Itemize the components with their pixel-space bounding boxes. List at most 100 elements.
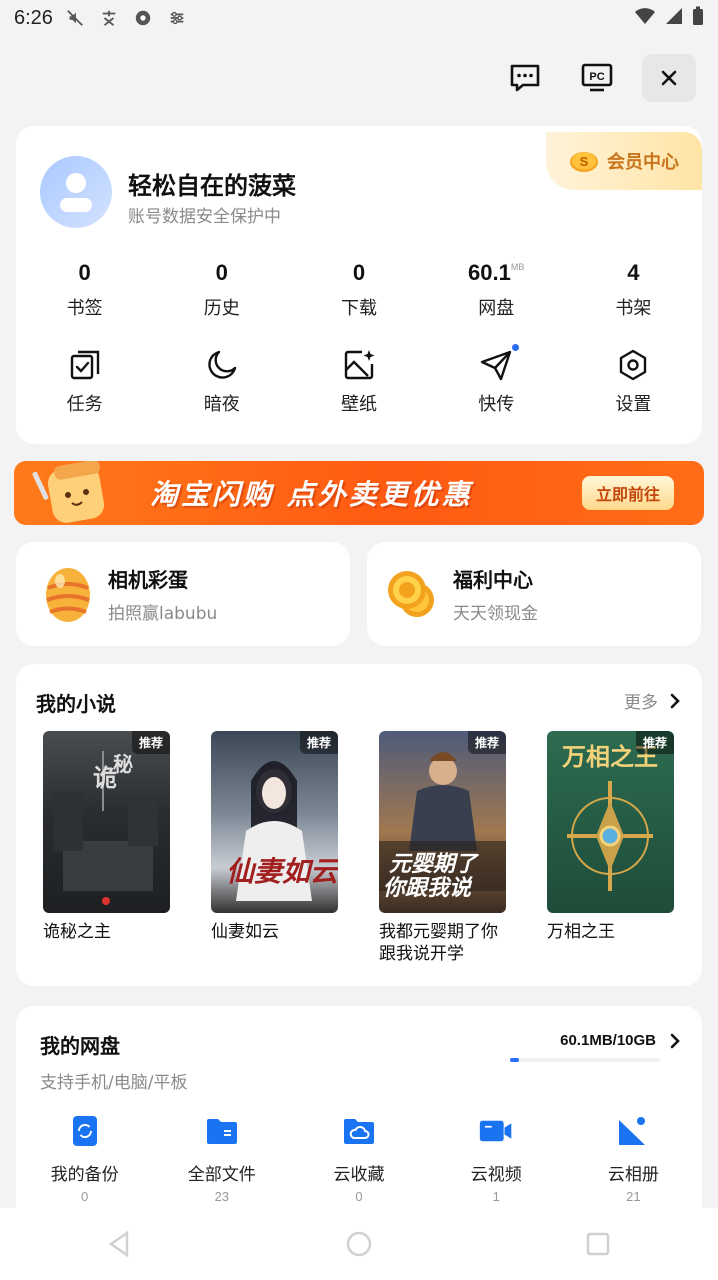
gold-coins-icon [388, 571, 434, 617]
my-cloud-disk-card: 我的网盘 支持手机/电脑/平板 60.1MB/10GB 我的备份 0 全部文件 … [16, 1006, 702, 1226]
shortcut-cloud-favorites[interactable]: 云收藏 0 [290, 1114, 427, 1204]
tool-tasks[interactable]: 任务 [16, 348, 153, 416]
backup-icon [72, 1116, 97, 1146]
close-button[interactable] [642, 54, 696, 102]
shortcut-count: 21 [626, 1189, 641, 1204]
tool-label: 壁纸 [341, 394, 377, 415]
book-item[interactable]: 仙妻如云 推荐 仙妻如云 [211, 731, 338, 965]
svg-text:仙妻如云: 仙妻如云 [226, 855, 338, 888]
back-icon[interactable] [105, 1229, 135, 1259]
shortcut-count: 23 [214, 1189, 230, 1204]
tool-quick-transfer[interactable]: 快传 [428, 344, 565, 416]
tool-label: 任务 [66, 394, 103, 415]
stat-label: 书架 [615, 298, 652, 319]
signal-icon [664, 7, 684, 30]
recents-icon[interactable] [583, 1229, 613, 1259]
book-cover[interactable]: 万相之王 推荐 [547, 731, 674, 913]
shortcut-label: 云视频 [470, 1165, 522, 1185]
my-novels-card: 我的小说 更多 诡秘 推荐 诡秘之主 仙妻如云 推荐 仙妻如云 元婴期了 你跟我说… [16, 664, 702, 986]
shortcut-label: 全部文件 [187, 1165, 256, 1185]
banner-go-button[interactable]: 立即前往 [581, 476, 674, 510]
stat-value: 0 [215, 260, 228, 285]
stat-value: 60.1 [468, 260, 511, 285]
cloud-disk-shortcuts: 我的备份 0 全部文件 23 云收藏 0 云视频 1 云相册 21 [16, 1114, 702, 1204]
shortcut-count: 0 [355, 1189, 363, 1204]
cloud-folder-icon [344, 1119, 374, 1144]
mute-icon [65, 8, 85, 28]
mini-card-title: 相机彩蛋 [108, 568, 188, 592]
pc-button[interactable]: PC [570, 54, 624, 102]
shortcut-label: 我的备份 [50, 1165, 119, 1185]
book-title: 诡秘之主 [43, 922, 111, 942]
stats-row: 0 书签 0 历史 0 下载 60.1MB 网盘 4 书架 [16, 260, 702, 320]
storage-progress-bar [510, 1058, 660, 1062]
my-novels-title: 我的小说 [36, 692, 116, 716]
book-item[interactable]: 元婴期了 你跟我说 推荐 我都元婴期了你跟我说开学 [379, 731, 506, 965]
battery-icon [692, 6, 704, 31]
stat-value: 0 [352, 260, 366, 285]
home-icon[interactable] [344, 1229, 374, 1259]
chevron-right-icon [670, 693, 680, 708]
book-list: 诡秘 推荐 诡秘之主 仙妻如云 推荐 仙妻如云 元婴期了 你跟我说 推荐 我都元婴… [43, 731, 674, 965]
username[interactable]: 轻松自在的菠菜 [128, 166, 296, 201]
tool-settings[interactable]: 设置 [565, 348, 702, 416]
record-icon [133, 8, 153, 28]
shortcut-all-files[interactable]: 全部文件 23 [153, 1114, 290, 1204]
vip-coin-icon: S [570, 152, 598, 172]
shortcut-count: 0 [80, 1189, 89, 1204]
camera-easter-egg-card[interactable]: 相机彩蛋 拍照赢labubu [16, 542, 350, 646]
recommend-tag: 推荐 [299, 731, 338, 754]
book-cover[interactable]: 仙妻如云 推荐 [211, 731, 338, 913]
shortcut-my-backup[interactable]: 我的备份 0 [16, 1114, 153, 1204]
settings-icon [616, 348, 650, 382]
tool-label: 设置 [615, 394, 652, 415]
video-camera-icon [480, 1120, 512, 1142]
promo-banner[interactable]: 淘宝闪购 点外卖更优惠 立即前往 [14, 461, 704, 525]
book-item[interactable]: 诡秘 推荐 诡秘之主 [43, 731, 170, 965]
book-item[interactable]: 万相之王 推荐 万相之王 [547, 731, 674, 965]
cloud-disk-subtitle: 支持手机/电脑/平板 [40, 1073, 188, 1093]
pc-icon: PC [581, 63, 613, 92]
vip-center-label: 会员中心 [607, 152, 679, 173]
book-title: 我都元婴期了你跟我说开学 [379, 922, 498, 964]
tool-wallpaper[interactable]: 壁纸 [290, 348, 427, 416]
book-cover[interactable]: 诡秘 推荐 [43, 731, 170, 913]
svg-text:元婴期了: 元婴期了 [389, 852, 480, 877]
cloud-disk-usage-button[interactable]: 60.1MB/10GB [560, 1032, 680, 1049]
svg-text:S: S [580, 154, 589, 169]
mini-card-title: 福利中心 [453, 568, 533, 592]
profile-card: 轻松自在的菠菜 账号数据安全保护中 S 会员中心 0 书签 0 历史 0 下载 … [16, 126, 702, 444]
stat-bookmarks[interactable]: 0 书签 [16, 260, 153, 320]
user-avatar-icon [60, 173, 92, 212]
stat-cloud-disk[interactable]: 60.1MB 网盘 [428, 260, 565, 320]
welfare-center-card[interactable]: 福利中心 天天领现金 [367, 542, 701, 646]
shortcut-cloud-album[interactable]: 云相册 21 [565, 1114, 702, 1204]
stat-downloads[interactable]: 0 下载 [290, 260, 427, 320]
more-label: 更多 [624, 693, 658, 713]
recommend-tag: 推荐 [635, 731, 674, 754]
book-cover[interactable]: 元婴期了 你跟我说 推荐 [379, 731, 506, 913]
avatar[interactable] [40, 156, 112, 228]
svg-text:你跟我说: 你跟我说 [383, 876, 473, 901]
folder-icon [206, 1119, 237, 1144]
vip-center-button[interactable]: S 会员中心 [546, 132, 702, 190]
stat-label: 下载 [341, 298, 377, 319]
more-novels-button[interactable]: 更多 [624, 688, 680, 713]
tools-row: 任务 暗夜 壁纸 快传 设置 [16, 344, 702, 416]
close-icon [661, 70, 677, 86]
stat-value: 4 [627, 260, 640, 285]
stat-history[interactable]: 0 历史 [153, 260, 290, 320]
svg-text:PC: PC [589, 71, 604, 83]
message-button[interactable] [498, 54, 552, 102]
chevron-right-icon [670, 1033, 680, 1048]
shortcut-cloud-video[interactable]: 云视频 1 [428, 1114, 565, 1204]
tool-label: 快传 [478, 394, 515, 415]
photo-album-icon [619, 1117, 646, 1145]
stat-bookshelf[interactable]: 4 书架 [565, 260, 702, 320]
svg-text:秘: 秘 [113, 752, 133, 776]
top-actions: PC [498, 54, 696, 102]
banner-text: 淘宝闪购 点外卖更优惠 [150, 478, 473, 511]
cloud-disk-usage: 60.1MB/10GB [560, 1032, 656, 1049]
recommend-tag: 推荐 [467, 731, 506, 754]
tool-dark-mode[interactable]: 暗夜 [153, 348, 290, 416]
